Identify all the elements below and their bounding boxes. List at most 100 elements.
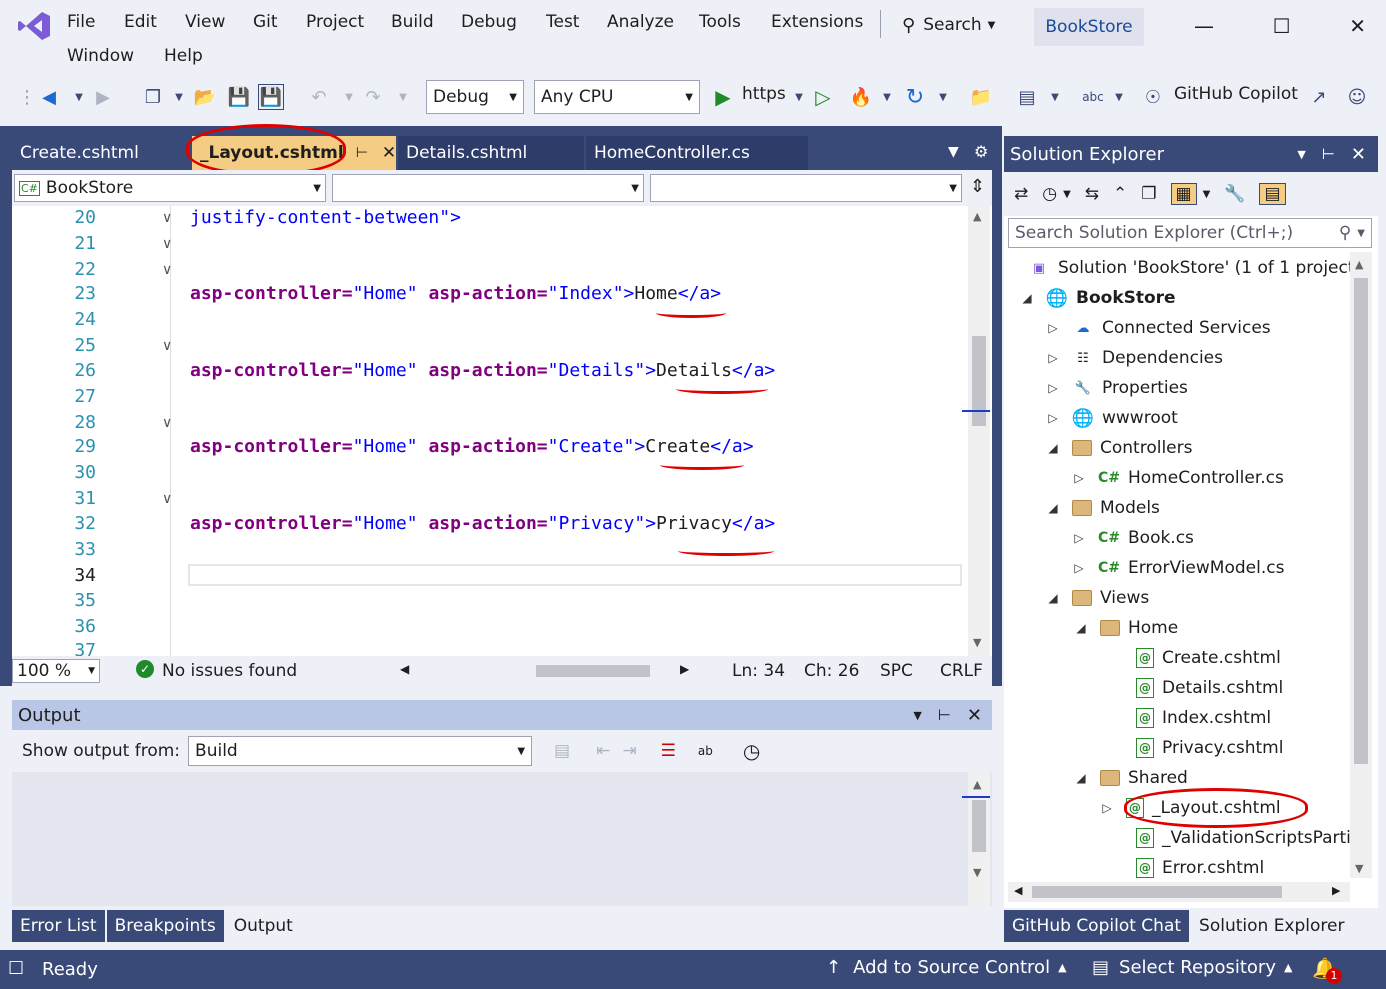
- start-without-debugging-icon[interactable]: ▷: [810, 84, 836, 110]
- menu-help[interactable]: Help: [164, 46, 203, 66]
- tab-github-copilot-chat[interactable]: GitHub Copilot Chat: [1004, 910, 1190, 942]
- collapsed-arrow-icon[interactable]: ▷: [1046, 411, 1060, 425]
- fold-chevron-icon[interactable]: ∨: [162, 491, 172, 507]
- tree-item-models[interactable]: ◢ Models: [1046, 494, 1160, 522]
- horizontal-scrollbar-thumb[interactable]: [536, 665, 650, 677]
- share-icon[interactable]: ↗: [1306, 84, 1332, 110]
- tree-item-homecontroller[interactable]: ▷ C# HomeController.cs: [1072, 464, 1284, 492]
- chevron-down-icon[interactable]: ▼: [874, 84, 900, 110]
- scroll-up-icon[interactable]: ▲: [973, 210, 981, 223]
- editor-vertical-scrollbar[interactable]: ▲ ▼: [962, 206, 990, 656]
- tab-solution-explorer[interactable]: Solution Explorer: [1191, 910, 1353, 942]
- navigate-forward-icon[interactable]: ▶: [90, 84, 116, 110]
- configuration-dropdown[interactable]: Debug ▼: [426, 80, 524, 114]
- chevron-down-icon[interactable]: ▼: [1063, 189, 1071, 200]
- chevron-down-icon[interactable]: ▼: [1203, 189, 1211, 200]
- tab-homecontroller-cs[interactable]: HomeController.cs: [586, 136, 808, 170]
- hot-reload-icon[interactable]: 🔥: [848, 84, 874, 110]
- notification-output-icon[interactable]: ☐: [8, 958, 24, 979]
- tab-breakpoints[interactable]: Breakpoints: [106, 910, 224, 942]
- sync-icon[interactable]: ⇆: [1085, 184, 1099, 204]
- menu-project[interactable]: Project: [306, 12, 364, 32]
- collapsed-arrow-icon[interactable]: ▷: [1046, 351, 1060, 365]
- global-search-button[interactable]: ⚲ Search ▼: [902, 10, 995, 40]
- start-debugging-icon[interactable]: ▶: [710, 84, 736, 110]
- scroll-left-icon[interactable]: ◀: [400, 662, 409, 676]
- chevron-down-icon[interactable]: ▼: [786, 84, 812, 110]
- tree-item-solution[interactable]: ▣ Solution 'BookStore' (1 of 1 project): [1028, 254, 1361, 282]
- output-scrollbar[interactable]: ▲ ▼: [962, 772, 990, 906]
- pin-icon[interactable]: ⊢: [938, 706, 951, 724]
- issues-status[interactable]: No issues found: [162, 661, 297, 681]
- copilot-icon[interactable]: ☉: [1140, 84, 1166, 110]
- open-folder-icon[interactable]: 📂: [192, 84, 218, 110]
- new-project-icon[interactable]: ❐: [140, 84, 166, 110]
- tab-output[interactable]: Output: [225, 910, 301, 942]
- refresh-icon[interactable]: ↻: [902, 84, 928, 110]
- show-all-files-icon[interactable]: ▦: [1170, 183, 1197, 205]
- pin-icon[interactable]: ⊢: [1322, 145, 1335, 163]
- collapsed-arrow-icon[interactable]: ▷: [1046, 381, 1060, 395]
- scrollbar-thumb[interactable]: [972, 800, 986, 852]
- collapsed-arrow-icon[interactable]: ▷: [1100, 801, 1114, 815]
- collapsed-arrow-icon[interactable]: ▷: [1072, 471, 1086, 485]
- expanded-arrow-icon[interactable]: ◢: [1046, 591, 1060, 605]
- fold-chevron-icon[interactable]: ∨: [162, 236, 172, 252]
- maximize-icon[interactable]: ☐: [1273, 14, 1291, 38]
- save-all-icon[interactable]: 💾: [258, 84, 284, 110]
- switch-views-icon[interactable]: ⇄: [1014, 184, 1028, 204]
- fold-chevron-icon[interactable]: ∨: [162, 262, 172, 278]
- tree-item-home-folder[interactable]: ◢ Home: [1074, 614, 1178, 642]
- chevron-down-icon[interactable]: ▼: [913, 709, 921, 722]
- expanded-arrow-icon[interactable]: ◢: [1074, 621, 1088, 635]
- tab-details-cshtml[interactable]: Details.cshtml: [398, 136, 584, 170]
- expanded-arrow-icon[interactable]: ◢: [1074, 771, 1088, 785]
- menu-edit[interactable]: Edit: [124, 12, 157, 32]
- menu-debug[interactable]: Debug: [461, 12, 517, 32]
- clock-icon[interactable]: ◷: [743, 739, 760, 763]
- scrollbar-thumb[interactable]: [972, 336, 986, 426]
- close-tab-icon[interactable]: ✕: [382, 143, 396, 163]
- scroll-up-icon[interactable]: ▲: [973, 778, 981, 791]
- scroll-down-icon[interactable]: ▼: [1355, 862, 1363, 875]
- scroll-right-icon[interactable]: ▶: [680, 662, 689, 676]
- redo-icon[interactable]: ↷: [360, 84, 386, 110]
- run-target-button[interactable]: https: [742, 84, 786, 104]
- tree-item-privacy-cshtml[interactable]: @ Privacy.cshtml: [1136, 734, 1283, 762]
- menu-extensions[interactable]: Extensions: [771, 12, 863, 32]
- next-message-icon[interactable]: ⇥: [622, 741, 636, 761]
- folder-search-icon[interactable]: 📁: [968, 84, 994, 110]
- collapsed-arrow-icon[interactable]: ▷: [1072, 561, 1086, 575]
- tree-horizontal-scrollbar[interactable]: ◀ ▶: [1008, 882, 1350, 902]
- solution-explorer-search[interactable]: Search Solution Explorer (Ctrl+;) ⚲ ▼: [1008, 218, 1372, 248]
- wrench-icon[interactable]: 🔧: [1224, 184, 1245, 204]
- chevron-down-icon[interactable]: ▼: [1297, 148, 1305, 161]
- zoom-dropdown[interactable]: 100 % ▼: [12, 659, 100, 683]
- chevron-down-icon[interactable]: ▼: [930, 84, 956, 110]
- menu-view[interactable]: View: [185, 12, 225, 32]
- feedback-icon[interactable]: ☺: [1344, 84, 1370, 110]
- project-dropdown[interactable]: C# BookStore ▼: [14, 174, 326, 202]
- menu-test[interactable]: Test: [546, 12, 579, 32]
- member-dropdown[interactable]: ▼: [650, 174, 962, 202]
- expanded-arrow-icon[interactable]: ◢: [1046, 441, 1060, 455]
- tree-item-shared-folder[interactable]: ◢ Shared: [1074, 764, 1187, 792]
- spell-check-icon[interactable]: abc: [1080, 84, 1106, 110]
- tree-item-wwwroot[interactable]: ▷ 🌐 wwwroot: [1046, 404, 1177, 432]
- tree-item-book-cs[interactable]: ▷ C# Book.cs: [1072, 524, 1194, 552]
- chevron-down-icon[interactable]: ▼: [390, 84, 416, 110]
- undo-icon[interactable]: ↶: [306, 84, 332, 110]
- tree-item-index-cshtml[interactable]: @ Index.cshtml: [1136, 704, 1271, 732]
- select-repository-button[interactable]: ▤ Select Repository ▲: [1092, 957, 1292, 978]
- word-wrap-icon[interactable]: ab: [698, 744, 713, 758]
- menu-tools[interactable]: Tools: [699, 12, 741, 32]
- menu-git[interactable]: Git: [253, 12, 278, 32]
- close-panel-icon[interactable]: ✕: [1351, 144, 1366, 165]
- minimize-icon[interactable]: —: [1194, 14, 1214, 38]
- tree-item-details-cshtml[interactable]: @ Details.cshtml: [1136, 674, 1283, 702]
- tab-overflow-icon[interactable]: ▼: [948, 144, 959, 160]
- save-icon[interactable]: 💾: [226, 84, 252, 110]
- menu-build[interactable]: Build: [391, 12, 434, 32]
- fold-chevron-icon[interactable]: ∨: [162, 415, 172, 431]
- close-panel-icon[interactable]: ✕: [967, 705, 982, 726]
